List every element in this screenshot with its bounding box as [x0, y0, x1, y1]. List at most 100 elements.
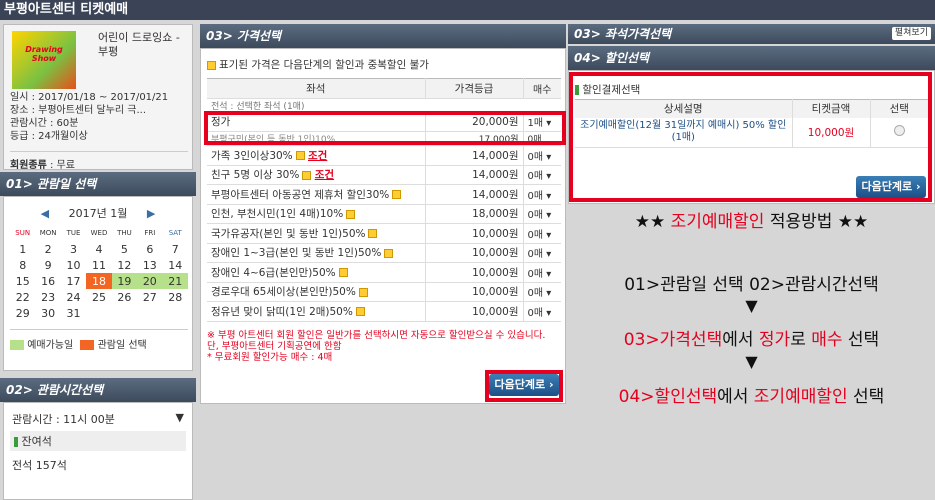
col-select: 선택 [869, 99, 928, 118]
day: 11 [91, 258, 106, 272]
qty-select[interactable]: 0매 ▾ [522, 184, 561, 205]
discount-radio[interactable] [893, 125, 905, 137]
day: 1 [19, 242, 27, 256]
price-row-amount: 14,000원 [424, 165, 523, 185]
section4-title: 04> 할인선택 [568, 46, 935, 70]
day: 28 [168, 290, 183, 304]
col-desc: 상세설명 [663, 103, 703, 116]
seat-group: 전석 : 선택한 좌석 (1매) [207, 98, 561, 113]
next-step-button[interactable]: 다음단계로 › [489, 374, 559, 396]
day: 5 [120, 242, 128, 256]
day: 9 [44, 258, 52, 272]
col-price: 티켓금액 [791, 99, 870, 118]
price-row: 부평아트센터 아동공연 제휴처 할인30% [207, 184, 425, 205]
day: 2 [44, 242, 52, 256]
section2-title: 02> 관람시간선택 [0, 378, 196, 402]
discount-price: 10,000원 [791, 117, 870, 148]
day: 25 [91, 290, 106, 304]
arrow-down-icon: ▼ [745, 352, 758, 371]
day: 17 [66, 274, 81, 288]
guide-step1: 01>관람일 선택 02>관람시간선택 [624, 275, 879, 295]
day-available[interactable]: 19 [111, 273, 138, 289]
day: 4 [95, 242, 103, 256]
qty-select[interactable]: 0매 ▾ [522, 223, 561, 244]
price-row-name: 국가유공자(본인 및 동반 1인)50% [211, 227, 366, 240]
day: 16 [41, 274, 56, 288]
qty-select[interactable]: 0매 ▾ [522, 145, 561, 166]
show-info: Drawing Show 어린이 드로잉쇼 - 부평 일시 : 2017/01/… [3, 24, 193, 171]
time-select[interactable]: 관람시간 : 11시 00분 ▼ [12, 411, 184, 427]
condition-link[interactable]: 조건 [308, 150, 327, 162]
price-row-name: 부평아트센터 아동공연 제휴처 할인30% [211, 188, 390, 201]
show-runtime: 관람시간 : 60분 [10, 118, 79, 129]
price-row: 가족 3인이상30% 조건 [207, 145, 425, 166]
next-month-icon[interactable]: ▶ [147, 207, 155, 220]
weekday: SAT [168, 229, 182, 237]
price-row: 정유년 맞이 닭띠(1인 2매)50% [207, 301, 425, 322]
qty-select[interactable]: 0매 ▾ [522, 165, 561, 185]
expand-button[interactable]: 펼쳐보기 [891, 27, 931, 40]
price-row: 장애인 1~3급(본인 및 동반 1인)50% [207, 243, 425, 263]
discount-next-button[interactable]: 다음단계로 › [856, 176, 926, 198]
qty-select[interactable]: 0매 ▾ [522, 282, 561, 302]
info-icon [384, 248, 394, 258]
info-icon [392, 190, 402, 200]
show-date: 일시 : 2017/01/18 ~ 2017/01/21 [10, 92, 169, 103]
remain-label: 잔여석 [21, 435, 52, 448]
prev-month-icon[interactable]: ◀ [41, 207, 49, 220]
qty-select[interactable]: 0매 ▾ [522, 262, 561, 283]
legend-selected-swatch [80, 340, 95, 350]
condition-link[interactable]: 조건 [315, 169, 334, 181]
qty-select[interactable]: 0매 ▾ [522, 204, 561, 224]
day-available[interactable]: 20 [137, 273, 163, 289]
legend-available: 예매가능일 [27, 340, 74, 351]
discount-desc: 조기예매할인(12월 31일까지 예매시) 50% 할인 (1매) [580, 120, 787, 144]
info-icon [302, 170, 312, 180]
day: 6 [146, 242, 154, 256]
show-place: 장소 : 부평아트센터 달누리 극... [10, 105, 147, 116]
day: 3 [70, 242, 78, 256]
info-icon [346, 209, 356, 219]
highlight-regular-price [204, 111, 566, 145]
price-row-name: 정유년 맞이 닭띠(1인 2매)50% [211, 305, 353, 318]
price-row-name: 인천, 부천시민(1인 4매)10% [211, 208, 344, 221]
poster-image: Drawing Show [12, 31, 76, 89]
day: 29 [15, 306, 30, 320]
price-row-name: 장애인 4~6급(본인만)50% [211, 266, 336, 279]
price-row-amount: 10,000원 [424, 243, 523, 263]
member-label: 회원종류 [10, 160, 47, 171]
price-row-amount: 10,000원 [424, 223, 523, 244]
arrow-down-icon: ▼ [745, 296, 758, 315]
guide-step3: 03>가격선택에서 정가로 매수 선택 [623, 330, 880, 350]
col-grade: 가격등급 [424, 78, 523, 99]
price-row-amount: 10,000원 [424, 262, 523, 283]
day: 10 [66, 258, 81, 272]
price-row-amount: 10,000원 [424, 282, 523, 302]
calendar: ◀ 2017년 1월 ▶ SUN MON TUE WED THU FRI SAT… [3, 196, 193, 371]
app-title: 부평아트센터 티켓예매 [0, 0, 935, 20]
day: 7 [171, 242, 179, 256]
price-row-name: 경로우대 65세이상(본인만)50% [211, 286, 356, 299]
weekday: MON [39, 229, 57, 237]
time-value: 관람시간 : 11시 00분 [12, 413, 115, 426]
day: 27 [142, 290, 157, 304]
day: 24 [66, 290, 81, 304]
discount-icon [575, 85, 579, 95]
day-selected[interactable]: 18 [86, 273, 112, 289]
day-available[interactable]: 21 [162, 273, 188, 289]
info-icon [295, 151, 305, 161]
price-row: 인천, 부천시민(1인 4매)10% [207, 204, 425, 224]
qty-select[interactable]: 0매 ▾ [522, 243, 561, 263]
day: 26 [117, 290, 132, 304]
footnote-member: ※ 부평 아트센터 회원 할인은 일반가를 선택하시면 자동으로 할인받으실 수… [207, 329, 546, 352]
day: 31 [66, 306, 81, 320]
info-icon [355, 307, 365, 317]
day: 22 [15, 290, 30, 304]
day: 8 [19, 258, 27, 272]
legend-selected: 관람일 선택 [97, 340, 147, 351]
price-row-amount: 18,000원 [424, 204, 523, 224]
qty-select[interactable]: 0매 ▾ [522, 301, 561, 322]
price-row: 경로우대 65세이상(본인만)50% [207, 282, 425, 302]
calendar-month: 2017년 1월 [68, 207, 128, 220]
price-row-amount: 14,000원 [424, 184, 523, 205]
